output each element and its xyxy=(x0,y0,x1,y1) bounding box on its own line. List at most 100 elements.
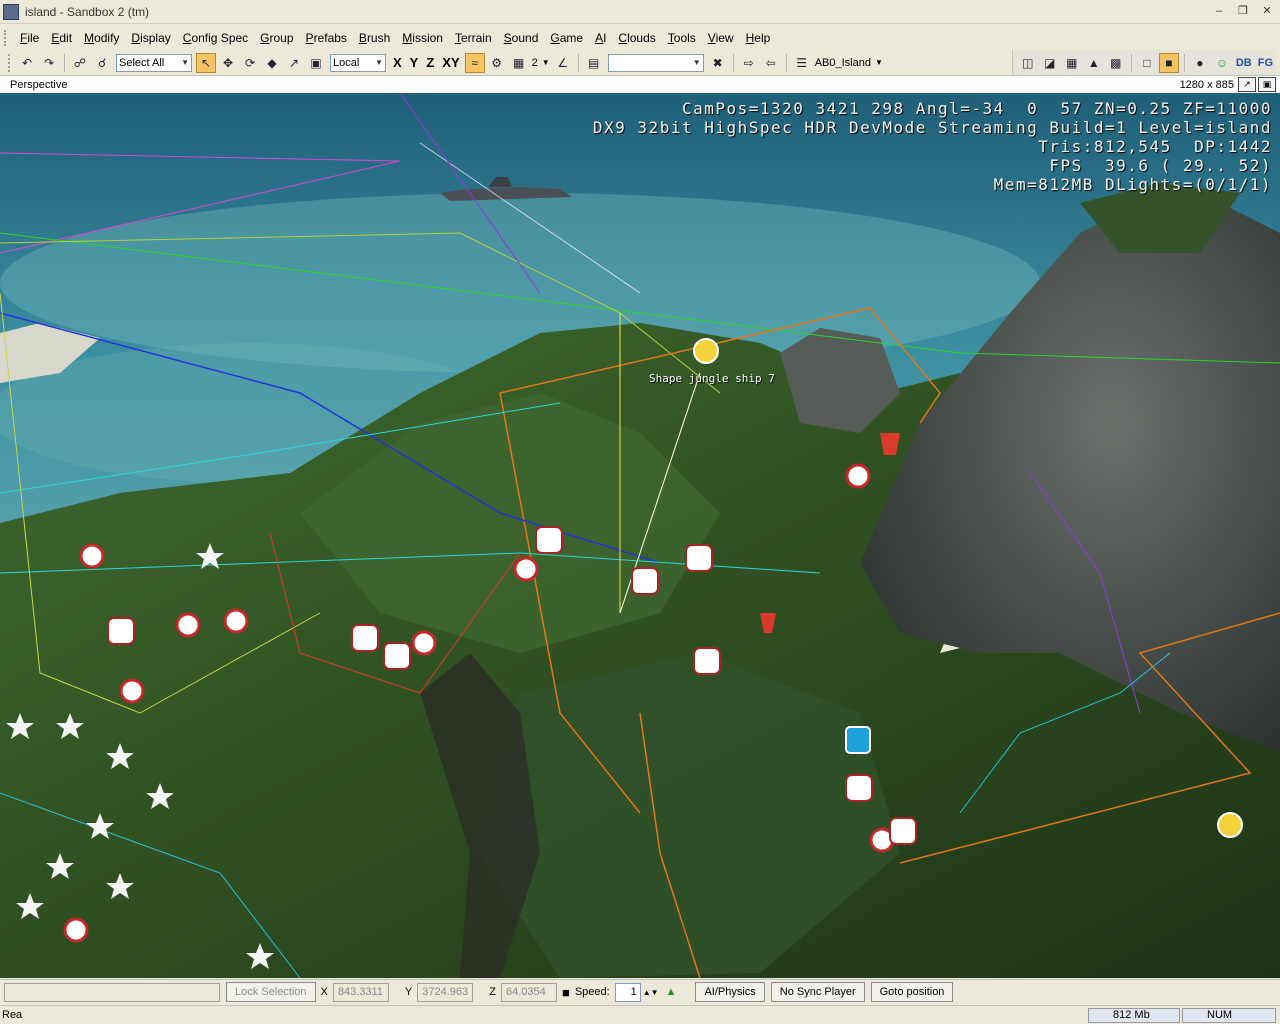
chevron-down-icon: ▼ xyxy=(692,57,701,67)
lock-icon[interactable]: ■ xyxy=(562,985,570,1000)
viewport-name[interactable]: Perspective xyxy=(10,79,67,91)
axis-xy-button[interactable]: XY xyxy=(438,55,463,70)
viewport-size: 1280 x 885 xyxy=(1179,78,1234,91)
axis-x-button[interactable]: X xyxy=(389,55,406,70)
menu-bar: File Edit Modify Display Config Spec Gro… xyxy=(0,27,1280,49)
grid-chevron-icon[interactable]: ▼ xyxy=(540,58,552,67)
redo-icon[interactable]: ↷ xyxy=(39,53,59,73)
menu-display[interactable]: Display xyxy=(125,27,176,49)
debug-hud: CamPos=1320 3421 298 Angl=-34 0 57 ZN=0.… xyxy=(593,99,1272,194)
terrain-camera-icon[interactable]: ▲ xyxy=(666,986,677,998)
restore-button[interactable]: ❐ xyxy=(1234,3,1252,19)
perspective-viewport[interactable]: CamPos=1320 3421 298 Angl=-34 0 57 ZN=0.… xyxy=(0,93,1280,978)
angle-snap-icon[interactable]: ∠ xyxy=(553,53,573,73)
control-bar: Lock Selection X 843.3311 Y 3724.963 Z 6… xyxy=(0,979,1280,1004)
coord-system-combo[interactable]: Local ▼ xyxy=(330,53,386,72)
speed-spinner-icon[interactable]: ▲▼ xyxy=(643,988,659,997)
drop-to-terrain-icon[interactable]: ▲ xyxy=(1084,53,1104,73)
link-icon[interactable]: ☍ xyxy=(70,53,90,73)
menu-game[interactable]: Game xyxy=(544,27,589,49)
speed-input[interactable]: 1 xyxy=(614,982,641,1002)
axis-y-button[interactable]: Y xyxy=(406,55,423,70)
axis-z-button[interactable]: Z xyxy=(422,55,438,70)
menu-group[interactable]: Group xyxy=(254,27,299,49)
hud-tris: Tris:812,545 DP:1442 xyxy=(1038,137,1272,156)
chevron-down-icon: ▼ xyxy=(181,57,189,67)
grid-size-value[interactable]: 2 xyxy=(530,57,540,69)
layer-chevron-icon[interactable]: ▼ xyxy=(873,58,885,67)
lock-selection-button[interactable]: Lock Selection xyxy=(226,982,316,1002)
hud-campos: CamPos=1320 3421 298 Angl=-34 0 57 ZN=0.… xyxy=(681,99,1272,118)
scene-render[interactable] xyxy=(0,93,1280,978)
snap-icon[interactable]: ▣ xyxy=(306,53,326,73)
toolbar-separator xyxy=(785,53,787,72)
player-icon[interactable]: ☺ xyxy=(1212,53,1232,73)
rotate-tool-icon[interactable]: ⟳ xyxy=(240,53,260,73)
menu-brush[interactable]: Brush xyxy=(353,27,396,49)
mission-icon[interactable]: ■ xyxy=(1158,52,1179,73)
goto-position-button[interactable]: Goto position xyxy=(870,982,954,1002)
fg-button[interactable]: FG xyxy=(1255,57,1276,69)
move-tool-icon[interactable]: ✥ xyxy=(218,53,238,73)
y-coordinate-field[interactable]: 3724.963 xyxy=(417,982,474,1002)
chevron-down-icon: ▼ xyxy=(375,57,383,67)
menu-view[interactable]: View xyxy=(702,27,740,49)
select-tool-icon[interactable]: ↖ xyxy=(196,52,216,73)
select-terrain-icon[interactable]: ↗ xyxy=(284,53,304,73)
menu-modify[interactable]: Modify xyxy=(78,27,125,49)
hud-fps: FPS 39.6 ( 29.. 52) xyxy=(1049,156,1272,175)
import-icon[interactable]: ⇦ xyxy=(761,53,781,73)
globe-icon[interactable]: ● xyxy=(1190,53,1210,73)
x-coordinate-field[interactable]: 843.3311 xyxy=(332,982,389,1002)
title-bar: island - Sandbox 2 (tm) – ❐ ✕ xyxy=(0,0,1280,24)
named-selection-combo[interactable]: ▼ xyxy=(607,53,704,72)
selection-set-icon[interactable]: ▤ xyxy=(584,53,604,73)
object-label[interactable]: Shape jungle ship 7 xyxy=(649,372,775,385)
db-button[interactable]: DB xyxy=(1233,57,1255,69)
menu-help[interactable]: Help xyxy=(740,27,777,49)
unlink-icon[interactable]: ☌ xyxy=(92,53,112,73)
menu-mission[interactable]: Mission xyxy=(396,27,449,49)
menu-ai[interactable]: AI xyxy=(589,27,612,49)
terrain-follow-icon[interactable]: ≈ xyxy=(464,52,485,73)
undo-icon[interactable]: ↶ xyxy=(17,53,37,73)
export-icon[interactable]: ⇨ xyxy=(739,53,759,73)
menu-file[interactable]: File xyxy=(14,27,45,49)
selection-filter-combo[interactable]: Select All ▼ xyxy=(116,53,192,72)
x-label: X xyxy=(320,986,328,998)
scale-tool-icon[interactable]: ◆ xyxy=(262,53,282,73)
current-layer-name[interactable]: AB0_Island xyxy=(813,57,873,69)
toolbar-separator xyxy=(64,53,65,72)
coord-system-value: Local xyxy=(333,56,360,69)
menu-grip[interactable] xyxy=(4,30,8,46)
delete-selection-icon[interactable]: ✖ xyxy=(708,53,728,73)
grid-layout-icon[interactable]: ▦ xyxy=(1062,53,1082,73)
z-coordinate-field[interactable]: 64.0354 xyxy=(500,982,557,1002)
speed-label: Speed: xyxy=(574,986,610,998)
close-button[interactable]: ✕ xyxy=(1258,3,1276,19)
menu-terrain[interactable]: Terrain xyxy=(449,27,498,49)
physics-icon[interactable]: ▩ xyxy=(1106,53,1126,73)
z-label: Z xyxy=(489,986,496,998)
secondary-toolbar: ◫ ◪ ▦ ▲ ▩ □ ■ ● ☺ DB FG xyxy=(1011,50,1276,75)
menu-tools[interactable]: Tools xyxy=(662,27,702,49)
grid-icon[interactable]: ▦ xyxy=(509,53,529,73)
menu-sound[interactable]: Sound xyxy=(498,27,545,49)
toolbar-separator xyxy=(577,53,579,72)
menu-config-spec[interactable]: Config Spec xyxy=(177,27,254,49)
minimize-button[interactable]: – xyxy=(1210,3,1228,19)
ai-physics-button[interactable]: AI/Physics xyxy=(695,982,765,1002)
align-to-object-icon[interactable]: ◪ xyxy=(1040,53,1060,73)
toolbar-separator xyxy=(732,53,734,72)
snap-to-objects-icon[interactable]: ⚙ xyxy=(487,53,507,73)
viewport-options-icon[interactable]: ↗ xyxy=(1238,77,1256,92)
align-icon[interactable]: ◫ xyxy=(1018,53,1038,73)
maximize-viewport-icon[interactable]: ▣ xyxy=(1258,77,1276,92)
menu-prefabs[interactable]: Prefabs xyxy=(300,27,353,49)
menu-edit[interactable]: Edit xyxy=(45,27,78,49)
no-sync-player-button[interactable]: No Sync Player xyxy=(770,982,865,1002)
toolbar-grip[interactable] xyxy=(8,53,12,72)
layers-icon[interactable]: ☰ xyxy=(792,53,812,73)
font-icon[interactable]: □ xyxy=(1137,53,1157,73)
menu-clouds[interactable]: Clouds xyxy=(612,27,661,49)
